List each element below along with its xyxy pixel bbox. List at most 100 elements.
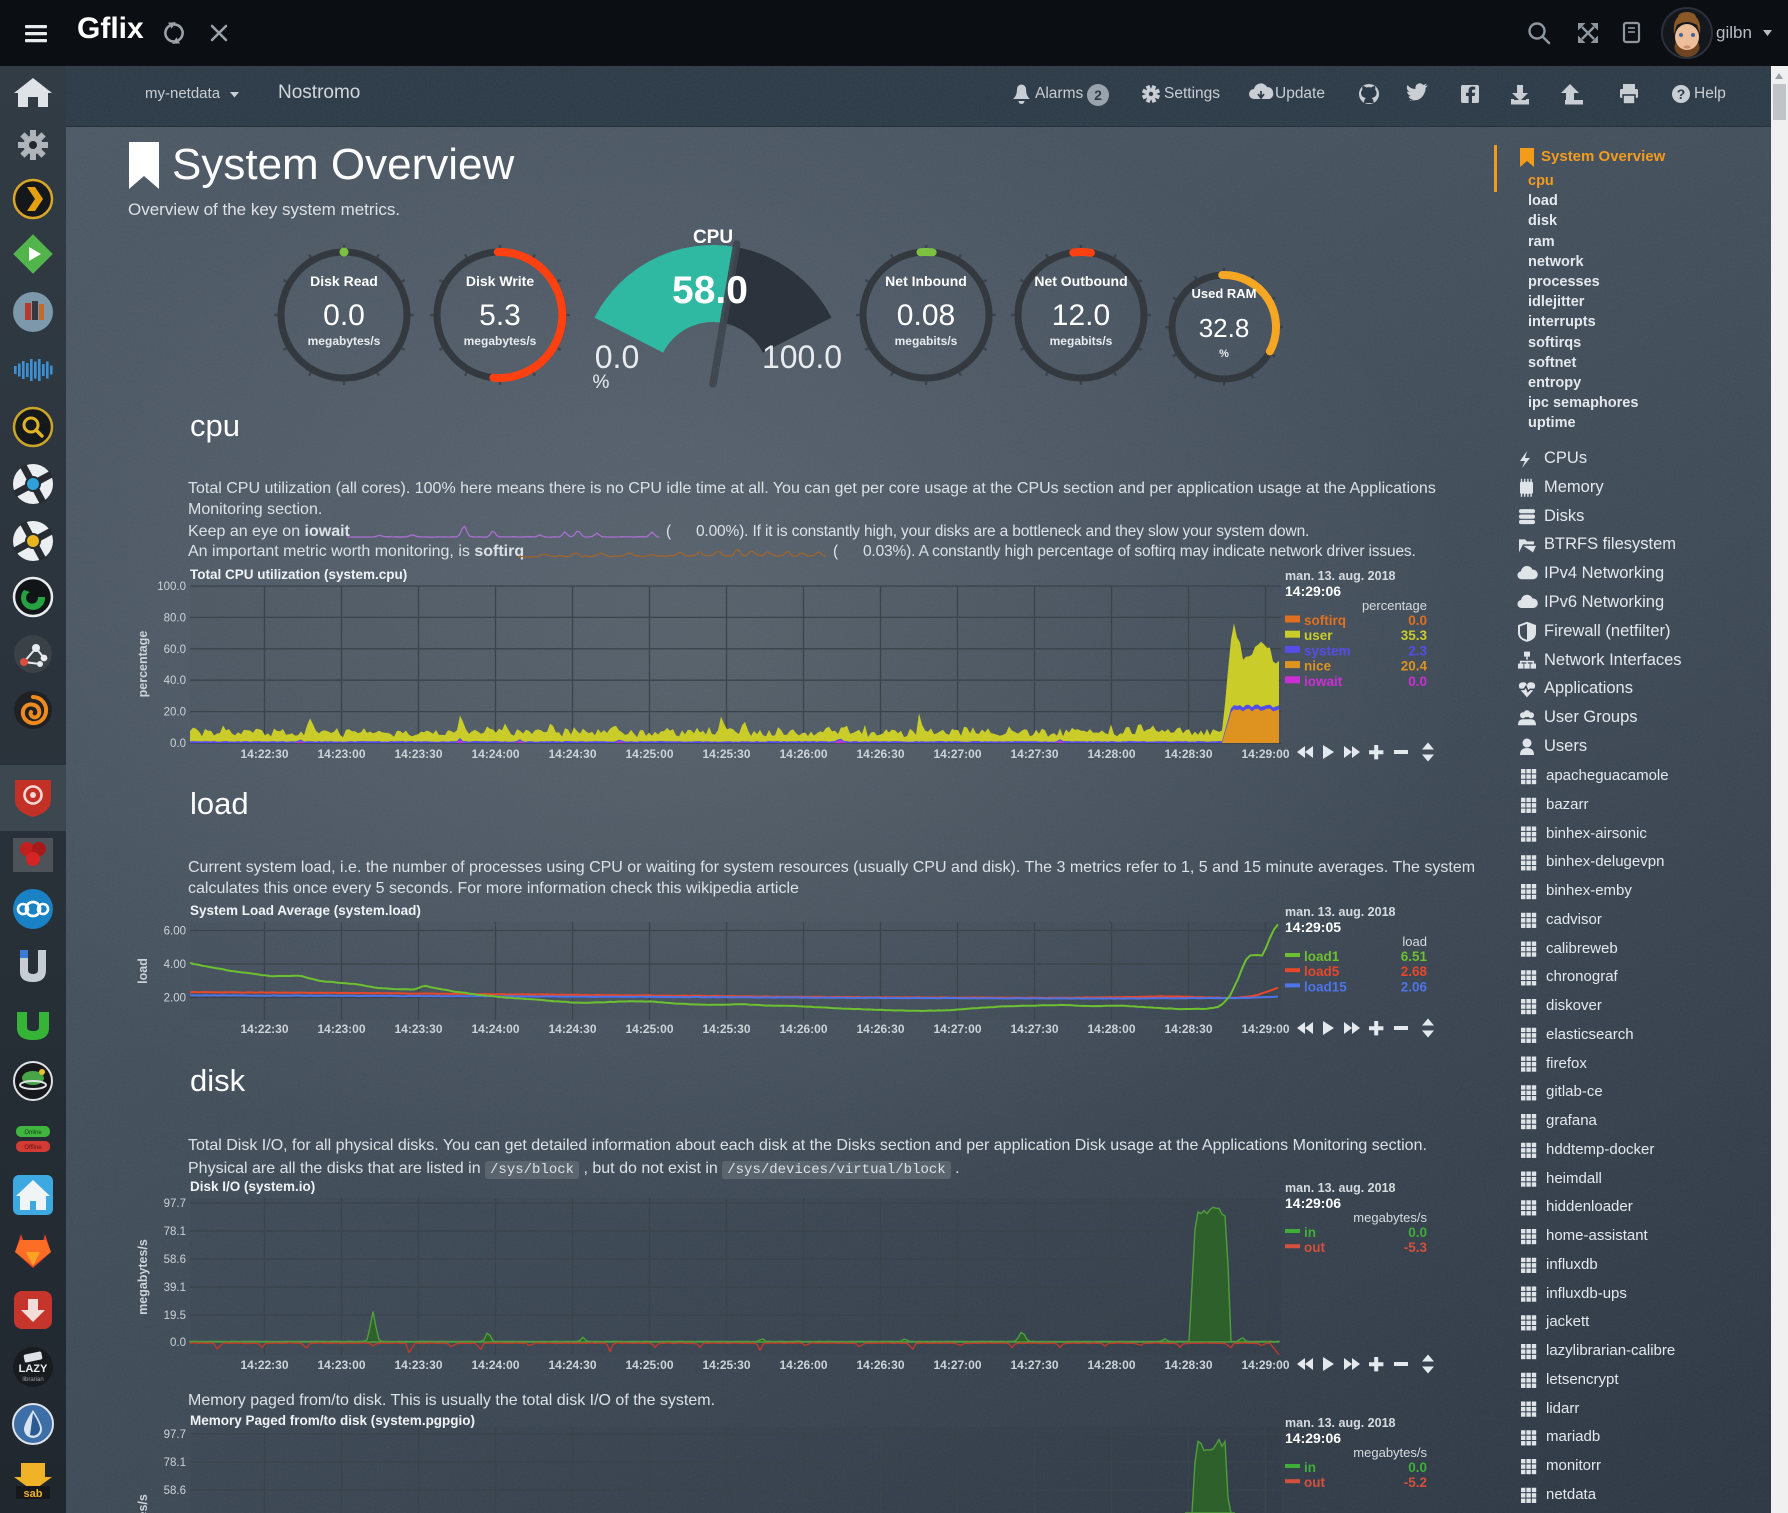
- svg-text:97.7: 97.7: [164, 1198, 186, 1210]
- svg-text:CPU: CPU: [693, 227, 733, 248]
- svg-text:megabytes/s: megabytes/s: [308, 334, 381, 348]
- svg-text:%: %: [1219, 348, 1229, 360]
- svg-text:Net Outbound: Net Outbound: [1034, 273, 1127, 289]
- svg-text:14:28:00: 14:28:00: [1087, 1022, 1135, 1036]
- svg-text:14:25:00: 14:25:00: [625, 1022, 673, 1036]
- svg-text:20.4: 20.4: [1401, 659, 1428, 674]
- svg-text:LAZY: LAZY: [19, 1363, 48, 1375]
- svg-text:Online: Online: [24, 1130, 42, 1136]
- svg-text:5.3: 5.3: [479, 299, 521, 332]
- svg-text:Total CPU utilization (system.: Total CPU utilization (system.cpu): [190, 567, 407, 582]
- svg-text:0.0: 0.0: [170, 1337, 186, 1349]
- svg-text:58.6: 58.6: [164, 1485, 186, 1497]
- svg-text:78.1: 78.1: [164, 1226, 186, 1238]
- svg-text:35.3: 35.3: [1401, 628, 1428, 643]
- svg-text:14:26:30: 14:26:30: [856, 1022, 904, 1036]
- svg-text:-5.2: -5.2: [1404, 1475, 1427, 1490]
- svg-text:14:23:30: 14:23:30: [394, 747, 442, 761]
- svg-text:58.6: 58.6: [164, 1254, 186, 1266]
- svg-text:0.0: 0.0: [323, 299, 365, 332]
- svg-text:Memory Paged from/to disk (sys: Memory Paged from/to disk (system.pgpgio…: [190, 1413, 475, 1428]
- svg-text:system: system: [1304, 643, 1351, 658]
- svg-text:12.0: 12.0: [1052, 299, 1110, 332]
- svg-text:Disk Write: Disk Write: [466, 273, 534, 289]
- svg-text:14:23:30: 14:23:30: [394, 1358, 442, 1372]
- svg-text:100.0: 100.0: [157, 581, 186, 593]
- svg-text:78.1: 78.1: [164, 1457, 186, 1469]
- svg-text:4.00: 4.00: [164, 959, 186, 971]
- svg-text:megabytes/s: megabytes/s: [136, 1239, 150, 1315]
- svg-text:14:24:30: 14:24:30: [548, 1022, 596, 1036]
- svg-text:14:25:00: 14:25:00: [625, 747, 673, 761]
- svg-text:2.06: 2.06: [1401, 979, 1428, 994]
- svg-text:14:24:00: 14:24:00: [471, 1358, 519, 1372]
- svg-text:Disk Read: Disk Read: [310, 273, 378, 289]
- svg-text:19.5: 19.5: [164, 1310, 186, 1322]
- svg-text:megabits/s: megabits/s: [1050, 334, 1113, 348]
- svg-text:39.1: 39.1: [164, 1282, 186, 1294]
- svg-text:Offline: Offline: [24, 1145, 42, 1151]
- svg-text:man. 13. aug. 2018: man. 13. aug. 2018: [1285, 1416, 1396, 1430]
- svg-text:14:26:30: 14:26:30: [856, 1358, 904, 1372]
- svg-text:0.0: 0.0: [170, 738, 186, 750]
- svg-text:14:29:00: 14:29:00: [1241, 1358, 1289, 1372]
- svg-text:14:27:00: 14:27:00: [933, 1358, 981, 1372]
- svg-text:14:27:30: 14:27:30: [1010, 1022, 1058, 1036]
- svg-text:14:29:00: 14:29:00: [1241, 1022, 1289, 1036]
- svg-text:14:23:00: 14:23:00: [317, 1358, 365, 1372]
- svg-text:14:27:00: 14:27:00: [933, 1022, 981, 1036]
- svg-text:Net Inbound: Net Inbound: [885, 273, 967, 289]
- svg-text:14:23:00: 14:23:00: [317, 1022, 365, 1036]
- svg-text:14:26:00: 14:26:00: [779, 747, 827, 761]
- svg-text:2.3: 2.3: [1408, 643, 1427, 658]
- svg-text:2: 2: [1094, 87, 1102, 103]
- svg-text:14:27:30: 14:27:30: [1010, 747, 1058, 761]
- svg-text:0.0: 0.0: [1408, 1225, 1427, 1240]
- svg-text:14:27:30: 14:27:30: [1010, 1358, 1058, 1372]
- svg-text:System Load Average (system.lo: System Load Average (system.load): [190, 903, 421, 918]
- svg-text:14:22:30: 14:22:30: [240, 1022, 288, 1036]
- svg-text:out: out: [1304, 1240, 1325, 1255]
- svg-text:14:28:00: 14:28:00: [1087, 747, 1135, 761]
- svg-text:megabytes/s: megabytes/s: [1353, 1445, 1427, 1460]
- svg-text:14:29:06: 14:29:06: [1285, 1430, 1341, 1446]
- svg-text:14:26:30: 14:26:30: [856, 747, 904, 761]
- svg-text:14:24:00: 14:24:00: [471, 747, 519, 761]
- svg-text:0.08: 0.08: [897, 299, 955, 332]
- svg-text:in: in: [1304, 1225, 1316, 1240]
- svg-text:?: ?: [1677, 86, 1686, 102]
- svg-text:14:25:30: 14:25:30: [702, 1022, 750, 1036]
- svg-text:14:28:00: 14:28:00: [1087, 1358, 1135, 1372]
- svg-text:megabytes/s: megabytes/s: [136, 1494, 150, 1513]
- svg-text:14:26:00: 14:26:00: [779, 1022, 827, 1036]
- svg-text:14:24:30: 14:24:30: [548, 747, 596, 761]
- svg-text:load: load: [136, 958, 150, 984]
- svg-text:sab: sab: [24, 1488, 43, 1500]
- svg-text:14:25:00: 14:25:00: [625, 1358, 673, 1372]
- svg-text:14:24:30: 14:24:30: [548, 1358, 596, 1372]
- svg-text:32.8: 32.8: [1199, 313, 1250, 343]
- svg-text:%: %: [593, 372, 610, 393]
- svg-text:out: out: [1304, 1475, 1325, 1490]
- svg-text:iowait: iowait: [1304, 674, 1343, 689]
- svg-text:100.0: 100.0: [762, 339, 842, 375]
- svg-text:14:26:00: 14:26:00: [779, 1358, 827, 1372]
- svg-text:user: user: [1304, 628, 1333, 643]
- svg-text:0.0: 0.0: [1408, 674, 1427, 689]
- svg-text:load1: load1: [1304, 949, 1340, 964]
- svg-text:load15: load15: [1304, 979, 1347, 994]
- svg-text:percentage: percentage: [136, 631, 150, 698]
- svg-text:megabytes/s: megabytes/s: [464, 334, 537, 348]
- svg-text:14:28:30: 14:28:30: [1164, 1358, 1212, 1372]
- svg-text:nice: nice: [1304, 659, 1332, 674]
- svg-text:man. 13. aug. 2018: man. 13. aug. 2018: [1285, 569, 1396, 583]
- svg-text:58.0: 58.0: [672, 269, 748, 312]
- svg-text:load5: load5: [1304, 964, 1340, 979]
- svg-text:0.0: 0.0: [1408, 613, 1427, 628]
- svg-text:man. 13. aug. 2018: man. 13. aug. 2018: [1285, 1181, 1396, 1195]
- svg-text:14:23:00: 14:23:00: [317, 747, 365, 761]
- svg-text:Used RAM: Used RAM: [1191, 286, 1256, 301]
- svg-text:14:29:06: 14:29:06: [1285, 1195, 1341, 1211]
- svg-text:6.51: 6.51: [1401, 949, 1428, 964]
- svg-text:2.00: 2.00: [164, 993, 186, 1005]
